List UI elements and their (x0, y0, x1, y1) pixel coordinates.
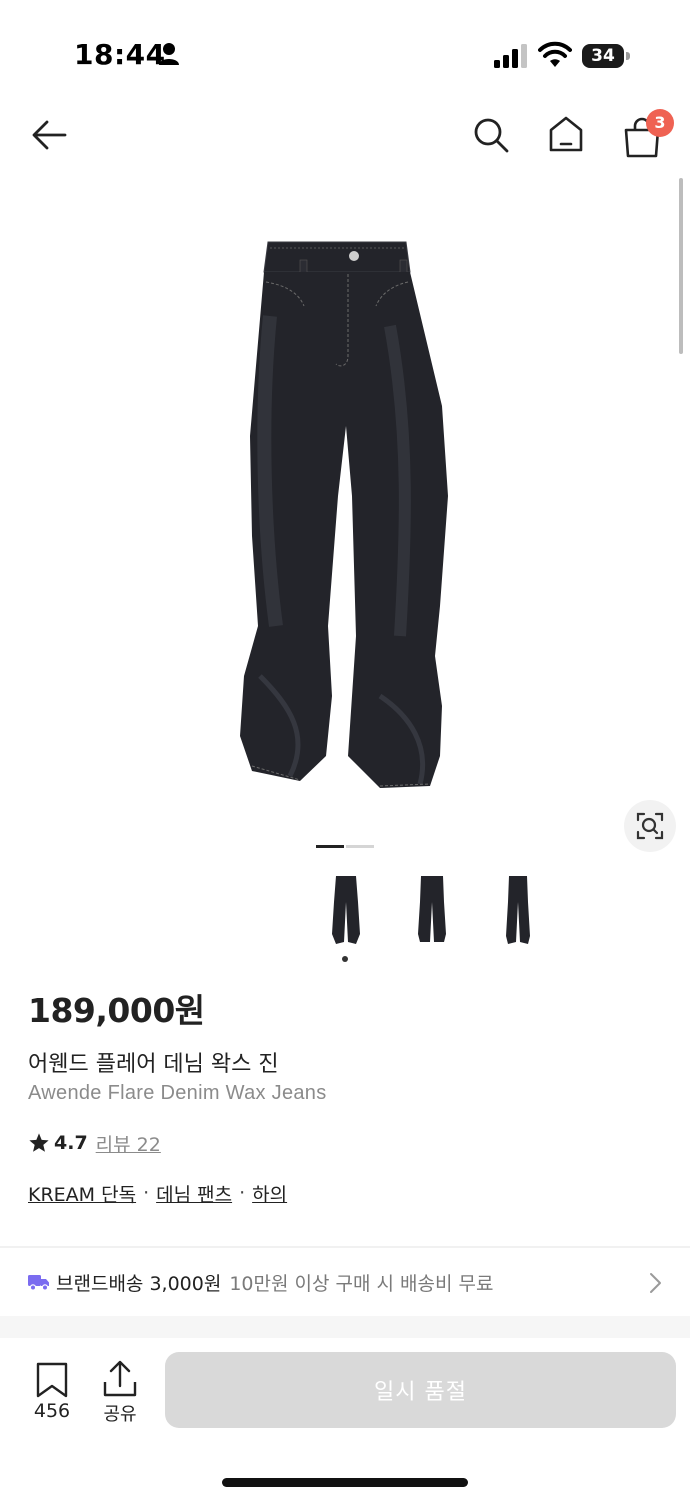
battery-icon: 34 (582, 44, 630, 68)
wishlist-button[interactable]: 456 (26, 1360, 78, 1428)
thumbnail-3[interactable] (498, 872, 538, 946)
battery-cap (626, 52, 630, 60)
share-button[interactable]: 공유 (96, 1358, 144, 1428)
tag-separator: · (143, 1182, 150, 1204)
star-icon (29, 1133, 49, 1152)
thumbnail-list (0, 872, 690, 952)
tag-bottoms[interactable]: 하의 (252, 1180, 287, 1207)
temporarily-sold-out-button[interactable]: 일시 품절 (165, 1352, 676, 1428)
thumbnail-2[interactable] (412, 872, 452, 946)
pager-active-segment (316, 845, 344, 848)
rating-row: 4.7 리뷰 22 (28, 1128, 161, 1158)
back-arrow-icon (32, 120, 67, 150)
product-name-ko: 어웬드 플레어 데님 왁스 진 (28, 1052, 279, 1077)
review-link[interactable]: 리뷰 22 (96, 1130, 161, 1157)
section-gap (0, 1316, 690, 1338)
tag-denim-pants[interactable]: 데님 팬츠 (156, 1180, 232, 1207)
image-pager (316, 845, 374, 849)
home-indicator[interactable] (222, 1478, 468, 1487)
home-icon (549, 116, 583, 152)
product-image[interactable] (230, 236, 460, 796)
selected-thumbnail-dot (342, 956, 348, 962)
rating-value: 4.7 (54, 1132, 88, 1154)
divider (0, 1246, 690, 1248)
category-tags: KREAM 단독 · 데님 팬츠 · 하의 (28, 1178, 287, 1208)
bookmark-icon (36, 1362, 68, 1398)
product-price: 189,000원 (28, 991, 205, 1030)
share-icon (103, 1360, 137, 1397)
cart-count-badge: 3 (646, 109, 674, 137)
truck-icon (28, 1275, 49, 1291)
home-button[interactable] (544, 110, 588, 158)
status-bar: 18:44 34 (0, 0, 690, 100)
battery-level: 34 (582, 44, 624, 68)
status-time: 18:44 (74, 38, 166, 71)
chevron-right-icon (650, 1273, 661, 1293)
tag-separator: · (239, 1182, 246, 1204)
shipping-label: 브랜드배송 3,000원 (56, 1272, 222, 1295)
back-button[interactable] (26, 112, 72, 158)
tag-kream-exclusive[interactable]: KREAM 단독 (28, 1180, 136, 1207)
thumbnail-1[interactable] (326, 872, 366, 946)
lens-scan-icon (636, 812, 664, 840)
signal-icon (494, 44, 527, 68)
person-icon (159, 43, 179, 65)
lens-search-button[interactable] (624, 800, 676, 852)
product-name-en: Awende Flare Denim Wax Jeans (28, 1082, 327, 1104)
shipping-description: 10만원 이상 구매 시 배송비 무료 (229, 1272, 494, 1295)
shipping-info-row[interactable]: 브랜드배송 3,000원 10만원 이상 구매 시 배송비 무료 (0, 1250, 690, 1314)
search-button[interactable] (470, 112, 512, 158)
wifi-icon (538, 41, 572, 67)
pager-segment (346, 845, 374, 848)
scroll-indicator[interactable] (679, 178, 683, 354)
wishlist-count: 456 (33, 1400, 71, 1422)
share-label: 공유 (103, 1404, 137, 1425)
search-icon (474, 118, 509, 153)
